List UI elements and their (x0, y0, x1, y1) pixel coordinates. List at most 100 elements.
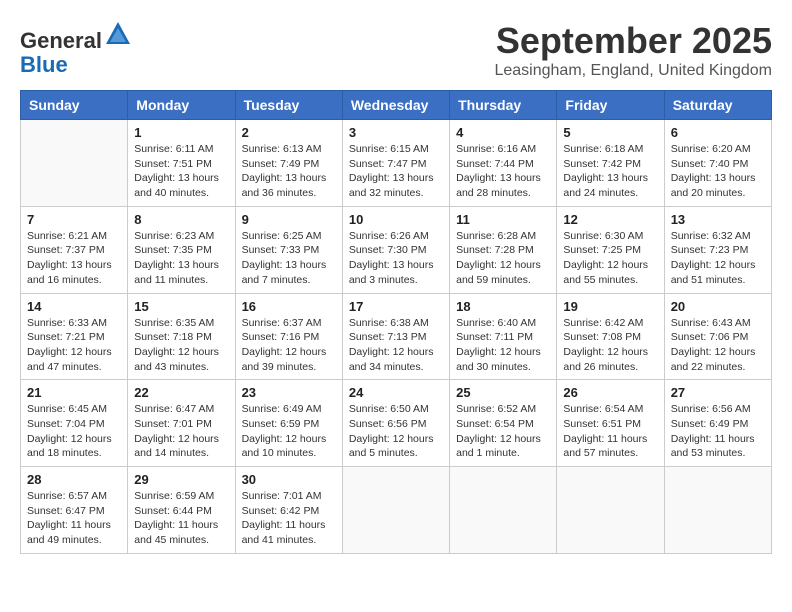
calendar-cell: 5 Sunrise: 6:18 AMSunset: 7:42 PMDaylight… (557, 120, 664, 207)
calendar-cell (21, 120, 128, 207)
day-number: 9 (242, 212, 336, 227)
page-header: General Blue September 2025 Leasingham, … (20, 20, 772, 80)
logo-general: General (20, 28, 102, 53)
day-info: Sunrise: 6:16 AMSunset: 7:44 PMDaylight:… (456, 142, 550, 201)
calendar-cell: 3 Sunrise: 6:15 AMSunset: 7:47 PMDaylight… (342, 120, 449, 207)
day-number: 1 (134, 125, 228, 140)
day-info: Sunrise: 6:26 AMSunset: 7:30 PMDaylight:… (349, 229, 443, 288)
logo-blue-text: Blue (20, 53, 132, 77)
calendar-cell (557, 467, 664, 554)
weekday-header-friday: Friday (557, 91, 664, 120)
calendar-cell: 1Sunrise: 6:11 AMSunset: 7:51 PMDaylight… (128, 120, 235, 207)
day-number: 20 (671, 299, 765, 314)
calendar-cell: 30 Sunrise: 7:01 AMSunset: 6:42 PMDayligh… (235, 467, 342, 554)
calendar-cell: 11Sunrise: 6:28 AMSunset: 7:28 PMDayligh… (450, 206, 557, 293)
day-info: Sunrise: 6:47 AMSunset: 7:01 PMDaylight:… (134, 402, 228, 461)
day-info: Sunrise: 6:33 AMSunset: 7:21 PMDaylight:… (27, 316, 121, 375)
day-info: Sunrise: 6:52 AMSunset: 6:54 PMDaylight:… (456, 402, 550, 461)
calendar-cell: 27 Sunrise: 6:56 AMSunset: 6:49 PMDayligh… (664, 380, 771, 467)
day-number: 4 (456, 125, 550, 140)
day-number: 25 (456, 385, 550, 400)
day-number: 3 (349, 125, 443, 140)
day-number: 24 (349, 385, 443, 400)
day-info: Sunrise: 6:43 AMSunset: 7:06 PMDaylight:… (671, 316, 765, 375)
day-info: Sunrise: 6:56 AMSunset: 6:49 PMDaylight:… (671, 402, 765, 461)
day-info: Sunrise: 6:15 AMSunset: 7:47 PMDaylight:… (349, 142, 443, 201)
calendar-cell: 6 Sunrise: 6:20 AMSunset: 7:40 PMDaylight… (664, 120, 771, 207)
calendar-cell: 26Sunrise: 6:54 AMSunset: 6:51 PMDayligh… (557, 380, 664, 467)
calendar-cell (450, 467, 557, 554)
day-number: 7 (27, 212, 121, 227)
day-info: Sunrise: 6:42 AMSunset: 7:08 PMDaylight:… (563, 316, 657, 375)
calendar-cell: 10 Sunrise: 6:26 AMSunset: 7:30 PMDayligh… (342, 206, 449, 293)
calendar-cell: 13Sunrise: 6:32 AMSunset: 7:23 PMDayligh… (664, 206, 771, 293)
day-number: 8 (134, 212, 228, 227)
day-info: Sunrise: 6:59 AMSunset: 6:44 PMDaylight:… (134, 489, 228, 548)
calendar-cell: 16 Sunrise: 6:37 AMSunset: 7:16 PMDayligh… (235, 293, 342, 380)
day-info: Sunrise: 6:57 AMSunset: 6:47 PMDaylight:… (27, 489, 121, 548)
day-info: Sunrise: 6:18 AMSunset: 7:42 PMDaylight:… (563, 142, 657, 201)
calendar-cell: 17Sunrise: 6:38 AMSunset: 7:13 PMDayligh… (342, 293, 449, 380)
day-number: 30 (242, 472, 336, 487)
calendar-week-row: 7 Sunrise: 6:21 AMSunset: 7:37 PMDaylight… (21, 206, 772, 293)
weekday-header-saturday: Saturday (664, 91, 771, 120)
day-info: Sunrise: 6:20 AMSunset: 7:40 PMDaylight:… (671, 142, 765, 201)
calendar-cell: 19 Sunrise: 6:42 AMSunset: 7:08 PMDayligh… (557, 293, 664, 380)
day-info: Sunrise: 6:30 AMSunset: 7:25 PMDaylight:… (563, 229, 657, 288)
day-number: 10 (349, 212, 443, 227)
calendar-cell: 4 Sunrise: 6:16 AMSunset: 7:44 PMDaylight… (450, 120, 557, 207)
location: Leasingham, England, United Kingdom (494, 62, 772, 80)
calendar-cell (342, 467, 449, 554)
day-number: 15 (134, 299, 228, 314)
day-number: 16 (242, 299, 336, 314)
calendar-cell: 29 Sunrise: 6:59 AMSunset: 6:44 PMDayligh… (128, 467, 235, 554)
calendar-cell: 2Sunrise: 6:13 AMSunset: 7:49 PMDaylight… (235, 120, 342, 207)
day-number: 11 (456, 212, 550, 227)
day-info: Sunrise: 6:23 AMSunset: 7:35 PMDaylight:… (134, 229, 228, 288)
day-number: 19 (563, 299, 657, 314)
day-number: 6 (671, 125, 765, 140)
logo: General Blue (20, 20, 132, 77)
calendar-week-row: 14 Sunrise: 6:33 AMSunset: 7:21 PMDayligh… (21, 293, 772, 380)
day-info: Sunrise: 6:25 AMSunset: 7:33 PMDaylight:… (242, 229, 336, 288)
calendar-cell: 12 Sunrise: 6:30 AMSunset: 7:25 PMDayligh… (557, 206, 664, 293)
calendar-week-row: 28Sunrise: 6:57 AMSunset: 6:47 PMDayligh… (21, 467, 772, 554)
weekday-header-sunday: Sunday (21, 91, 128, 120)
day-info: Sunrise: 6:40 AMSunset: 7:11 PMDaylight:… (456, 316, 550, 375)
day-info: Sunrise: 7:01 AMSunset: 6:42 PMDaylight:… (242, 489, 336, 548)
day-number: 14 (27, 299, 121, 314)
calendar-cell: 7 Sunrise: 6:21 AMSunset: 7:37 PMDaylight… (21, 206, 128, 293)
calendar-cell: 24 Sunrise: 6:50 AMSunset: 6:56 PMDayligh… (342, 380, 449, 467)
day-info: Sunrise: 6:21 AMSunset: 7:37 PMDaylight:… (27, 229, 121, 288)
calendar-cell: 25 Sunrise: 6:52 AMSunset: 6:54 PMDayligh… (450, 380, 557, 467)
calendar-week-row: 21 Sunrise: 6:45 AMSunset: 7:04 PMDayligh… (21, 380, 772, 467)
day-number: 13 (671, 212, 765, 227)
logo-text: General (20, 20, 132, 53)
calendar-table: SundayMondayTuesdayWednesdayThursdayFrid… (20, 90, 772, 554)
calendar-cell: 28Sunrise: 6:57 AMSunset: 6:47 PMDayligh… (21, 467, 128, 554)
day-info: Sunrise: 6:54 AMSunset: 6:51 PMDaylight:… (563, 402, 657, 461)
weekday-header-row: SundayMondayTuesdayWednesdayThursdayFrid… (21, 91, 772, 120)
day-number: 22 (134, 385, 228, 400)
logo-icon (104, 20, 132, 48)
weekday-header-wednesday: Wednesday (342, 91, 449, 120)
day-number: 18 (456, 299, 550, 314)
weekday-header-tuesday: Tuesday (235, 91, 342, 120)
day-info: Sunrise: 6:37 AMSunset: 7:16 PMDaylight:… (242, 316, 336, 375)
day-number: 12 (563, 212, 657, 227)
day-number: 21 (27, 385, 121, 400)
day-number: 29 (134, 472, 228, 487)
day-number: 5 (563, 125, 657, 140)
day-info: Sunrise: 6:45 AMSunset: 7:04 PMDaylight:… (27, 402, 121, 461)
day-number: 23 (242, 385, 336, 400)
calendar-cell (664, 467, 771, 554)
weekday-header-thursday: Thursday (450, 91, 557, 120)
day-number: 17 (349, 299, 443, 314)
weekday-header-monday: Monday (128, 91, 235, 120)
calendar-cell: 8 Sunrise: 6:23 AMSunset: 7:35 PMDaylight… (128, 206, 235, 293)
calendar-cell: 20 Sunrise: 6:43 AMSunset: 7:06 PMDayligh… (664, 293, 771, 380)
month-title: September 2025 (494, 20, 772, 62)
calendar-cell: 9 Sunrise: 6:25 AMSunset: 7:33 PMDaylight… (235, 206, 342, 293)
day-number: 27 (671, 385, 765, 400)
day-info: Sunrise: 6:50 AMSunset: 6:56 PMDaylight:… (349, 402, 443, 461)
